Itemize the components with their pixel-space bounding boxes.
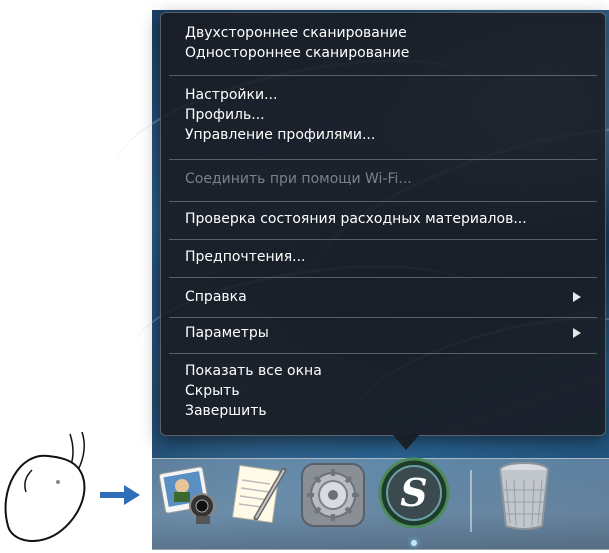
pointer-arrow-icon xyxy=(100,485,140,509)
mouse-icon xyxy=(0,430,100,553)
menu-pointer xyxy=(392,434,420,450)
svg-text:S: S xyxy=(400,470,427,515)
menu-item-manage-profiles[interactable]: Управление профилями... xyxy=(185,125,595,145)
menu-item-hide[interactable]: Скрыть xyxy=(185,381,595,401)
menu-separator xyxy=(169,353,597,354)
menu-item-options[interactable]: Параметры xyxy=(185,323,595,343)
running-indicator xyxy=(411,540,417,546)
menu-separator xyxy=(169,201,597,202)
menu-separator xyxy=(169,159,597,160)
menu-item-check-consumables[interactable]: Проверка состояния расходных материалов.… xyxy=(185,209,595,229)
menu-item-options-label: Параметры xyxy=(185,325,269,341)
submenu-arrow-icon xyxy=(573,292,581,302)
submenu-arrow-icon xyxy=(573,328,581,338)
dock-context-menu: Двухстороннее сканирование Одностороннее… xyxy=(160,12,606,436)
menu-item-settings[interactable]: Настройки... xyxy=(185,85,595,105)
menu-item-profile[interactable]: Профиль... xyxy=(185,105,595,125)
menu-separator xyxy=(169,317,597,318)
dock-divider xyxy=(470,470,472,532)
menu-separator xyxy=(169,239,597,240)
menu-item-duplex-scan[interactable]: Двухстороннее сканирование xyxy=(185,23,595,43)
photo-viewer-icon[interactable] xyxy=(158,462,224,528)
menu-item-help-label: Справка xyxy=(185,289,247,305)
text-editor-icon[interactable] xyxy=(226,462,292,528)
scansnap-manager-icon[interactable]: S xyxy=(377,456,451,530)
menu-item-quit[interactable]: Завершить xyxy=(185,401,595,421)
menu-separator xyxy=(169,277,597,278)
menu-item-connect-wifi: Соединить при помощи Wi-Fi... xyxy=(185,171,412,187)
menu-item-help[interactable]: Справка xyxy=(185,287,595,307)
menu-item-preferences[interactable]: Предпочтения... xyxy=(185,247,595,267)
menu-separator xyxy=(169,75,597,76)
system-preferences-icon[interactable] xyxy=(298,460,368,530)
trash-icon[interactable] xyxy=(494,460,554,532)
menu-item-simplex-scan[interactable]: Одностороннее сканирование xyxy=(185,43,595,63)
menu-item-show-all-windows[interactable]: Показать все окна xyxy=(185,361,595,381)
